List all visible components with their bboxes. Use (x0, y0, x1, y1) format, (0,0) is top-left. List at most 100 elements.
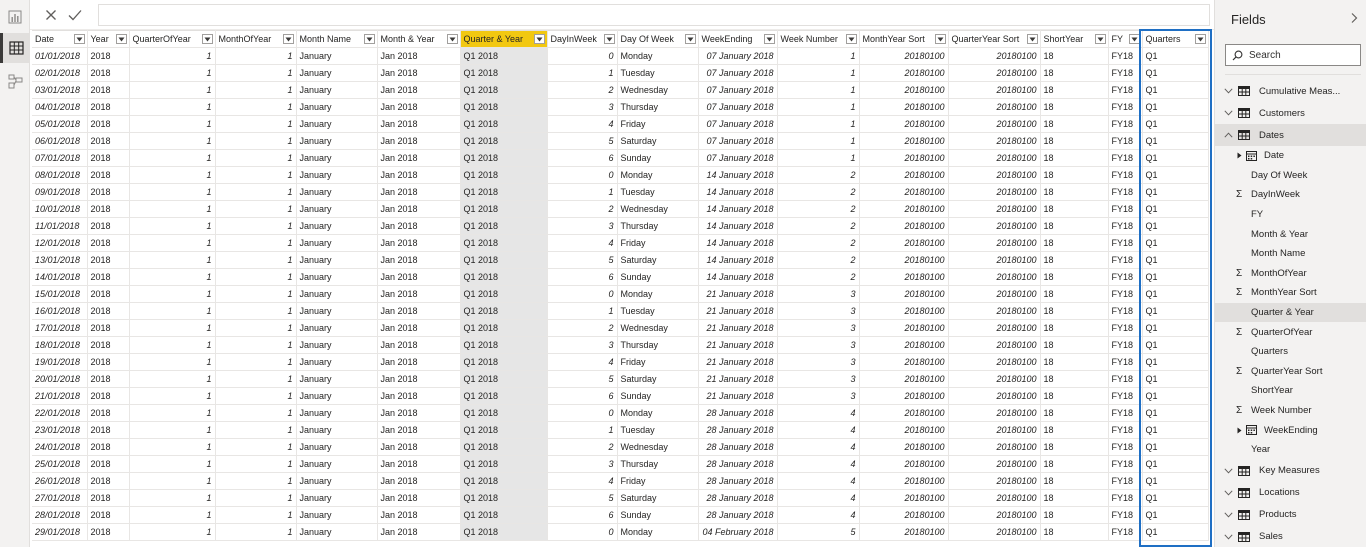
table-cell[interactable]: 2018 (87, 302, 130, 320)
table-cell[interactable]: Q1 2018 (460, 234, 548, 252)
table-cell[interactable]: January (296, 404, 378, 422)
field-item-month-year[interactable]: Month & Year (1215, 224, 1366, 244)
table-cell[interactable]: 20180100 (948, 285, 1041, 303)
table-cell[interactable]: 1 (215, 47, 297, 65)
table-cell[interactable]: 3 (547, 455, 618, 473)
table-cell[interactable]: 2018 (87, 115, 130, 133)
table-cell[interactable]: 18/01/2018 (32, 336, 88, 354)
table-cell[interactable]: 20180100 (948, 472, 1041, 490)
table-cell[interactable]: 26/01/2018 (32, 472, 88, 490)
column-header[interactable]: MonthYear Sort (859, 30, 949, 48)
table-cell[interactable]: Monday (617, 47, 699, 65)
filter-dropdown-button[interactable] (1128, 34, 1140, 44)
table-cell[interactable]: 2 (777, 234, 860, 252)
table-cell[interactable]: Saturday (617, 370, 699, 388)
table-cell[interactable]: Q1 (1142, 506, 1209, 524)
column-header[interactable]: Week Number (777, 30, 860, 48)
table-cell[interactable]: 4 (777, 506, 860, 524)
table-cell[interactable]: 1 (215, 234, 297, 252)
table-cell[interactable]: 22/01/2018 (32, 404, 88, 422)
table-cell[interactable]: Q1 2018 (460, 98, 548, 116)
table-cell[interactable]: FY18 (1108, 455, 1143, 473)
table-cell[interactable]: 2018 (87, 353, 130, 371)
table-cell[interactable]: 18 (1040, 489, 1109, 507)
table-cell[interactable]: 14 January 2018 (698, 200, 778, 218)
table-cell[interactable]: 2018 (87, 149, 130, 167)
table-cell[interactable]: 23/01/2018 (32, 421, 88, 439)
table-cell[interactable]: 2018 (87, 455, 130, 473)
table-cell[interactable]: 1 (129, 336, 216, 354)
table-cell[interactable]: 4 (547, 234, 618, 252)
table-cell[interactable]: 5 (777, 523, 860, 541)
table-cell[interactable]: 1 (129, 421, 216, 439)
table-cell[interactable]: 1 (129, 353, 216, 371)
table-cell[interactable]: Friday (617, 472, 699, 490)
table-cell[interactable]: 1 (129, 234, 216, 252)
table-cell[interactable]: 1 (215, 166, 297, 184)
column-header[interactable]: Quarters (1142, 30, 1209, 48)
table-cell[interactable]: 21 January 2018 (698, 319, 778, 337)
table-cell[interactable]: 1 (777, 115, 860, 133)
table-cell[interactable]: 1 (215, 387, 297, 405)
table-cell[interactable]: 1 (129, 268, 216, 286)
table-cell[interactable]: 20180100 (859, 234, 949, 252)
table-cell[interactable]: Q1 2018 (460, 319, 548, 337)
table-cell[interactable]: 07 January 2018 (698, 81, 778, 99)
table-cell[interactable]: FY18 (1108, 217, 1143, 235)
table-cell[interactable]: Saturday (617, 251, 699, 269)
table-cell[interactable]: Friday (617, 115, 699, 133)
table-cell[interactable]: 1 (777, 149, 860, 167)
table-cell[interactable]: 0 (547, 285, 618, 303)
table-cell[interactable]: 28 January 2018 (698, 455, 778, 473)
table-cell[interactable]: Q1 2018 (460, 115, 548, 133)
table-cell[interactable]: 20180100 (948, 81, 1041, 99)
table-cell[interactable]: 10/01/2018 (32, 200, 88, 218)
table-item-key-measures[interactable]: Key Measures (1215, 460, 1366, 482)
table-cell[interactable]: 1 (215, 421, 297, 439)
column-header[interactable]: Quarter & Year (460, 30, 548, 48)
table-cell[interactable]: 20180100 (948, 217, 1041, 235)
table-cell[interactable]: Jan 2018 (377, 387, 461, 405)
table-cell[interactable]: 14/01/2018 (32, 268, 88, 286)
table-cell[interactable]: January (296, 200, 378, 218)
table-cell[interactable]: Q1 (1142, 370, 1209, 388)
table-cell[interactable]: 6 (547, 506, 618, 524)
table-cell[interactable]: 18 (1040, 472, 1109, 490)
table-cell[interactable]: 14 January 2018 (698, 217, 778, 235)
table-cell[interactable]: Sunday (617, 387, 699, 405)
table-cell[interactable]: 20180100 (859, 421, 949, 439)
table-cell[interactable]: January (296, 489, 378, 507)
filter-dropdown-button[interactable] (446, 34, 458, 44)
table-cell[interactable]: 1 (129, 115, 216, 133)
table-cell[interactable]: 04 February 2018 (698, 523, 778, 541)
table-cell[interactable]: 20180100 (948, 506, 1041, 524)
column-header[interactable]: MonthOfYear (215, 30, 297, 48)
filter-dropdown-button[interactable] (363, 34, 375, 44)
table-cell[interactable]: FY18 (1108, 472, 1143, 490)
table-cell[interactable]: Jan 2018 (377, 234, 461, 252)
table-cell[interactable]: 18 (1040, 132, 1109, 150)
table-cell[interactable]: 5 (547, 370, 618, 388)
table-cell[interactable]: 14 January 2018 (698, 166, 778, 184)
table-cell[interactable]: 2018 (87, 81, 130, 99)
table-cell[interactable]: Q1 (1142, 319, 1209, 337)
table-cell[interactable]: 20180100 (948, 404, 1041, 422)
table-cell[interactable]: Jan 2018 (377, 98, 461, 116)
table-cell[interactable]: Monday (617, 404, 699, 422)
table-cell[interactable]: 1 (215, 472, 297, 490)
table-cell[interactable]: 1 (215, 370, 297, 388)
table-cell[interactable]: 1 (215, 319, 297, 337)
table-cell[interactable]: Q1 (1142, 64, 1209, 82)
table-cell[interactable]: 07 January 2018 (698, 115, 778, 133)
table-cell[interactable]: 1 (215, 217, 297, 235)
table-cell[interactable]: 27/01/2018 (32, 489, 88, 507)
table-cell[interactable]: FY18 (1108, 353, 1143, 371)
filter-dropdown-button[interactable] (533, 34, 545, 44)
table-cell[interactable]: 2 (547, 81, 618, 99)
table-cell[interactable]: 1 (215, 183, 297, 201)
table-cell[interactable]: Thursday (617, 98, 699, 116)
table-cell[interactable]: 1 (215, 506, 297, 524)
table-cell[interactable]: Q1 (1142, 387, 1209, 405)
table-cell[interactable]: 20180100 (948, 523, 1041, 541)
field-item-monthofyear[interactable]: Σ MonthOfYear (1215, 264, 1366, 284)
